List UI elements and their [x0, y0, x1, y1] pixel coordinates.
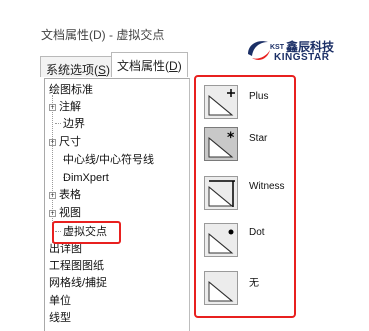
logo-name-en: KINGSTAR — [274, 52, 330, 63]
tree-item-dimxpert[interactable]: DimXpert — [63, 171, 109, 185]
option-label-plus: Plus — [249, 91, 269, 102]
tree-guide-dot — [55, 123, 61, 124]
tree-item-label: 出详图 — [49, 243, 82, 255]
tree-item-detailing[interactable]: 出详图 — [49, 242, 82, 256]
tree-item-line-font[interactable]: 线型 — [49, 311, 71, 325]
expand-plus-icon[interactable]: + — [49, 210, 56, 217]
tree-item-centerlines[interactable]: 中心线/中心符号线 — [63, 153, 154, 167]
tree-item-units[interactable]: 单位 — [49, 294, 71, 308]
tab-document-properties-shortcut: D — [169, 59, 178, 73]
no-symbol-icon — [208, 280, 234, 302]
tree-item-label: 表格 — [59, 189, 81, 201]
tree-item-drawing-sheets[interactable]: 工程图图纸 — [49, 259, 104, 273]
tree-item-label: 线型 — [49, 312, 71, 324]
virtual-sharp-none-button[interactable] — [204, 271, 238, 305]
tree-item-annotations[interactable]: + 注解 — [49, 100, 81, 114]
tree-item-label: 尺寸 — [59, 136, 81, 148]
star-symbol-icon: * — [208, 130, 235, 158]
tree-item-label: 中心线/中心符号线 — [63, 154, 155, 166]
tree-item-views[interactable]: + 视图 — [49, 206, 81, 220]
option-label-witness: Witness — [249, 181, 285, 192]
tab-document-properties-label: 文档属性 — [117, 59, 166, 73]
option-label-star: Star — [249, 133, 268, 144]
option-label-dot: Dot — [249, 227, 265, 238]
tab-system-options-shortcut: S — [98, 63, 107, 77]
expand-plus-icon[interactable]: + — [49, 139, 56, 146]
tab-document-properties[interactable]: 文档属性(D) — [111, 52, 188, 77]
dialog-title: 文档属性(D) - 虚拟交点 — [41, 28, 165, 42]
tree-item-label: 边界 — [63, 118, 85, 130]
tree-item-label: 工程图图纸 — [49, 260, 104, 272]
virtual-sharp-star-button[interactable]: * — [204, 127, 238, 161]
logo-prefix: KST — [270, 44, 284, 51]
tab-system-options-label: 系统选项 — [46, 63, 95, 77]
option-label-none: 无 — [249, 278, 259, 289]
expand-plus-icon[interactable]: + — [49, 104, 56, 111]
witness-lines-icon — [208, 180, 235, 207]
tree-item-label: 注解 — [59, 101, 81, 113]
tree-item-drafting-standard[interactable]: 绘图标准 — [49, 83, 93, 97]
tree-item-tables[interactable]: + 表格 — [49, 188, 81, 202]
dot-symbol-icon — [208, 229, 234, 254]
tree-item-label: 单位 — [49, 295, 71, 307]
tree-item-label: 绘图标准 — [49, 84, 93, 96]
tree-item-dimensions[interactable]: + 尺寸 — [49, 135, 81, 149]
document-properties-dialog: 文档属性(D) - 虚拟交点 KST 鑫辰科技 KINGSTAR 系统选项(S) … — [0, 0, 369, 331]
expand-plus-icon[interactable]: + — [49, 192, 56, 199]
tree-item-label: 视图 — [59, 207, 81, 219]
kingstar-logo: KST 鑫辰科技 KINGSTAR — [244, 36, 344, 66]
virtual-sharp-dot-button[interactable] — [204, 223, 238, 257]
properties-tree: 绘图标准 + 注解 边界 + 尺寸 中心线/中心符号线 DimXpert + 表格 +… — [44, 78, 190, 331]
tree-item-grid-snap[interactable]: 网格线/捕捉 — [49, 276, 107, 290]
svg-text:*: * — [227, 130, 235, 146]
tree-item-label: DimXpert — [63, 172, 109, 184]
plus-symbol-icon — [208, 89, 235, 116]
virtual-sharp-witness-button[interactable] — [204, 176, 238, 210]
tree-item-borders[interactable]: 边界 — [63, 117, 85, 131]
tree-item-label: 网格线/捕捉 — [49, 277, 108, 289]
tab-system-options[interactable]: 系统选项(S) — [40, 56, 117, 77]
virtual-sharp-plus-button[interactable] — [204, 85, 238, 119]
tree-selection-highlight — [52, 221, 121, 244]
